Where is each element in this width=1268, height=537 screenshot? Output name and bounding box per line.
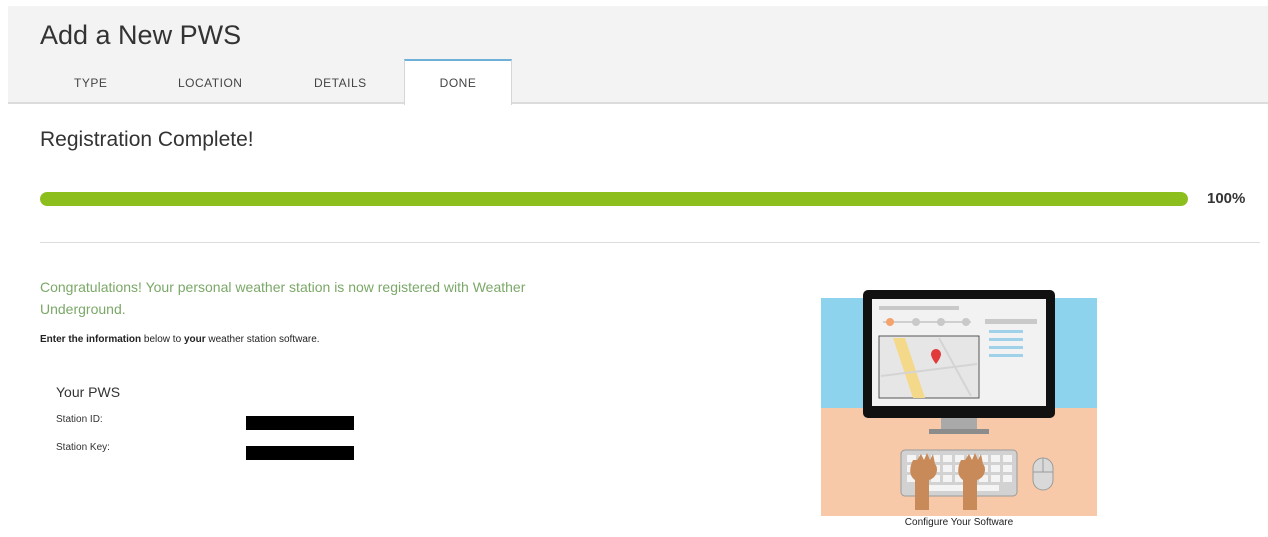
tab-type[interactable]: TYPE bbox=[74, 76, 107, 90]
tab-details[interactable]: DETAILS bbox=[314, 76, 367, 90]
progress-percent: 100% bbox=[1207, 190, 1246, 207]
instructions-text: Enter the information below to your weat… bbox=[40, 334, 320, 345]
page-header: Add a New PWS TYPE LOCATION DETAILS DONE bbox=[8, 6, 1268, 105]
instructions-plain-1: below to bbox=[141, 334, 184, 345]
divider bbox=[40, 242, 1260, 243]
instructions-bold-2: your bbox=[183, 334, 206, 345]
progress-bar bbox=[40, 192, 1188, 206]
tab-location[interactable]: LOCATION bbox=[178, 76, 242, 90]
configure-software-illustration bbox=[821, 290, 1097, 516]
illustration-caption: Configure Your Software bbox=[904, 517, 1014, 528]
page-title: Add a New PWS bbox=[40, 20, 242, 50]
progress-fill bbox=[40, 192, 1188, 206]
congrats-message: Congratulations! Your personal weather s… bbox=[40, 279, 526, 317]
registration-title: Registration Complete! bbox=[40, 128, 254, 151]
map-box bbox=[878, 335, 980, 399]
tab-done[interactable]: DONE bbox=[404, 59, 512, 105]
instructions-bold-1: Enter the information bbox=[40, 334, 142, 345]
station-id-label: Station ID: bbox=[56, 414, 103, 425]
station-key-value-redacted bbox=[246, 446, 354, 460]
station-key-label: Station Key: bbox=[56, 442, 110, 453]
monitor-base bbox=[929, 429, 989, 434]
monitor-stand bbox=[941, 418, 977, 430]
instructions-plain-2: weather station software. bbox=[205, 334, 320, 345]
your-pws-heading: Your PWS bbox=[56, 384, 121, 400]
station-id-value-redacted bbox=[246, 416, 354, 430]
